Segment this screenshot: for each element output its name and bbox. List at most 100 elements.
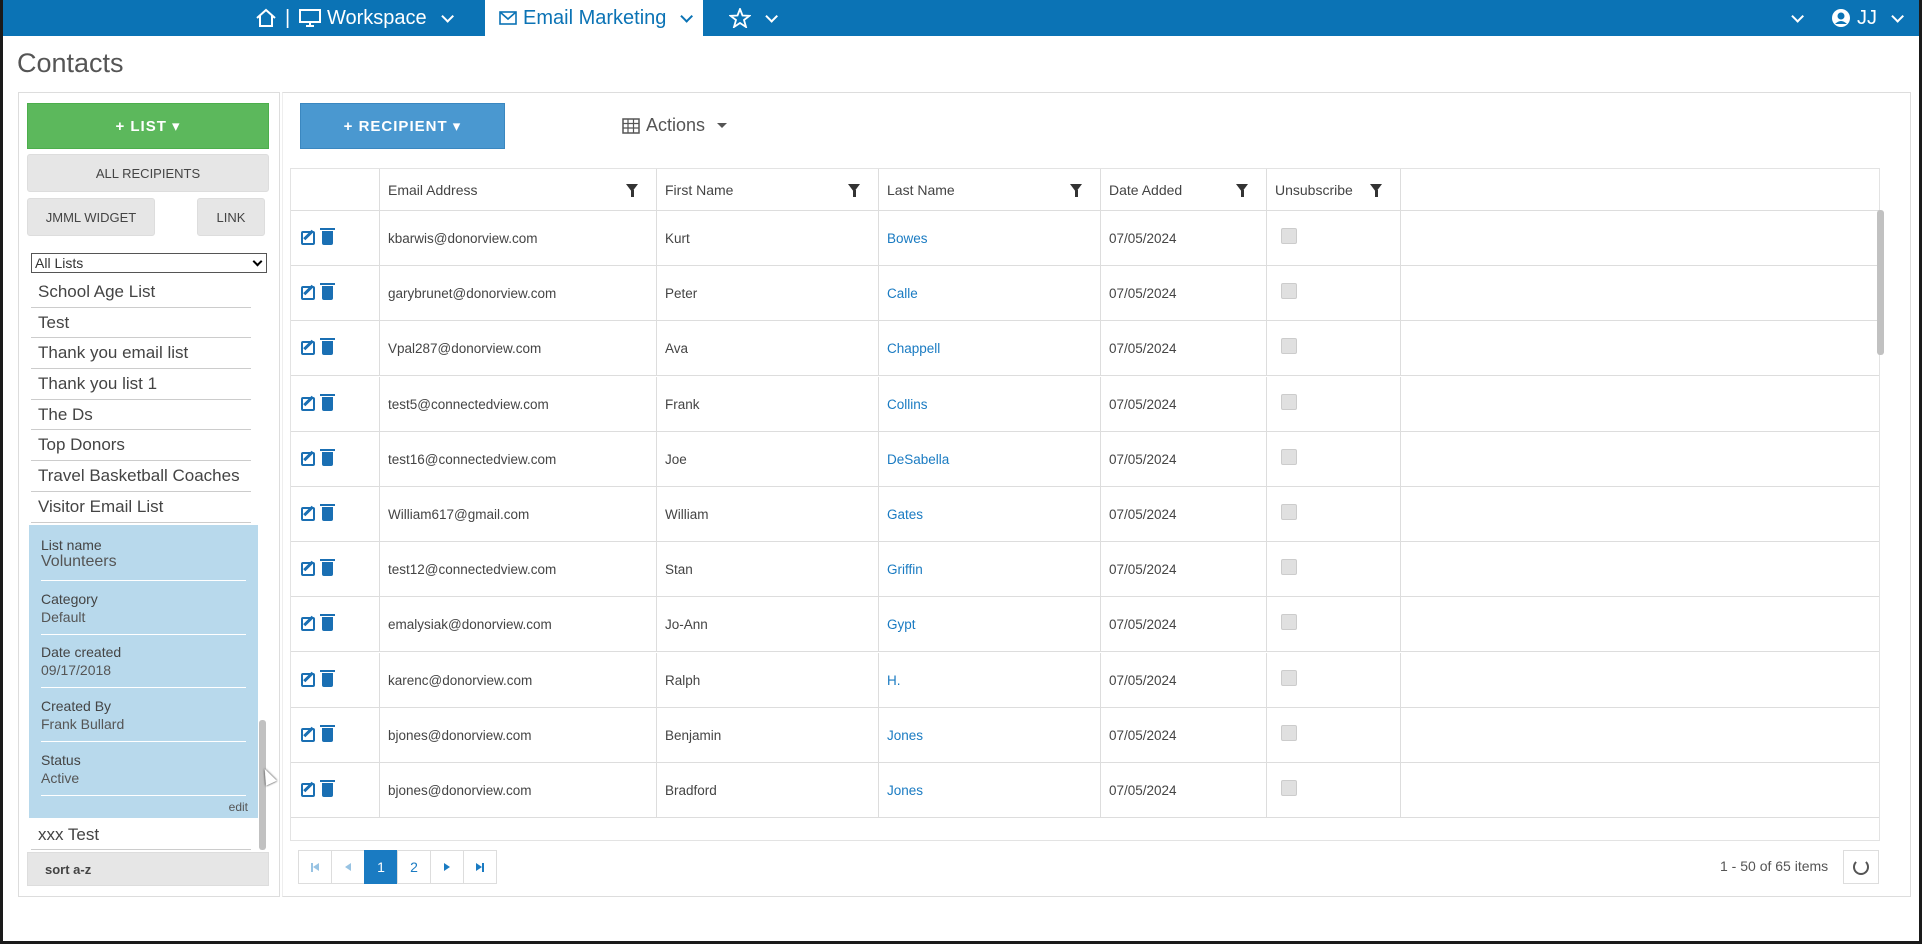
edit-icon[interactable] <box>301 231 315 245</box>
edit-icon[interactable] <box>301 396 315 411</box>
column-header-email[interactable]: Email Address <box>379 169 656 211</box>
add-recipient-button[interactable]: + RECIPIENT ▾ <box>300 103 505 149</box>
trash-icon[interactable] <box>320 614 335 632</box>
cell-first-name: Ava <box>656 321 878 377</box>
unsubscribe-checkbox[interactable] <box>1281 669 1297 686</box>
list-item[interactable]: Test <box>31 308 251 339</box>
page-2-button[interactable]: 2 <box>397 850 431 884</box>
trash-icon[interactable] <box>320 504 335 521</box>
category-value: Default <box>41 609 86 625</box>
nav-more-dropdown[interactable] <box>1783 0 1804 36</box>
link-button[interactable]: LINK <box>197 198 265 236</box>
cell-last-name[interactable]: Griffin <box>878 542 1100 598</box>
list-filter-select[interactable]: All Lists <box>31 253 267 273</box>
column-header-unsubscribe[interactable]: Unsubscribe <box>1266 169 1400 211</box>
unsubscribe-checkbox[interactable] <box>1281 780 1297 796</box>
home-icon[interactable] <box>255 0 277 36</box>
cell-first-name: Benjamin <box>656 707 878 763</box>
trash-icon[interactable] <box>320 393 335 411</box>
cell-date-added: 07/05/2024 <box>1100 542 1266 598</box>
unsubscribe-checkbox[interactable] <box>1281 559 1297 576</box>
list-item[interactable]: Top Donors <box>31 430 251 462</box>
edit-icon[interactable] <box>301 451 315 466</box>
edit-icon[interactable] <box>301 617 315 632</box>
actions-menu[interactable]: Actions <box>622 115 728 136</box>
nav-email-marketing-label: Email Marketing <box>523 6 667 29</box>
refresh-button[interactable] <box>1843 850 1879 884</box>
filter-icon[interactable] <box>1236 184 1248 197</box>
trash-icon[interactable] <box>320 228 335 245</box>
cell-last-name[interactable]: Jones <box>878 707 1100 763</box>
edit-list-link[interactable]: edit <box>229 800 248 814</box>
grid-scrollbar[interactable] <box>1877 210 1884 355</box>
user-menu[interactable]: JJ <box>1831 0 1904 36</box>
page-1-button[interactable]: 1 <box>364 850 398 884</box>
nav-favorites[interactable] <box>729 0 778 36</box>
column-header-last-name[interactable]: Last Name <box>878 169 1100 211</box>
filter-icon[interactable] <box>626 184 638 197</box>
edit-icon[interactable] <box>301 672 315 687</box>
prev-page-button[interactable] <box>331 850 365 884</box>
edit-icon[interactable] <box>301 341 315 356</box>
cell-last-name[interactable]: Jones <box>878 763 1100 818</box>
page-title: Contacts <box>17 48 124 78</box>
trash-icon[interactable] <box>320 780 335 797</box>
filter-icon[interactable] <box>1070 184 1082 197</box>
trash-icon[interactable] <box>320 559 335 577</box>
unsubscribe-checkbox[interactable] <box>1281 393 1297 410</box>
edit-icon[interactable] <box>301 727 315 742</box>
trash-icon[interactable] <box>320 283 335 301</box>
cell-last-name[interactable]: DeSabella <box>878 431 1100 487</box>
filter-icon[interactable] <box>1370 184 1382 197</box>
unsubscribe-checkbox[interactable] <box>1281 614 1297 631</box>
cell-last-name[interactable]: Gates <box>878 487 1100 542</box>
unsubscribe-checkbox[interactable] <box>1281 283 1297 300</box>
trash-icon[interactable] <box>320 724 335 742</box>
selected-list-details[interactable]: List name Volunteers Category Default Da… <box>29 525 258 818</box>
trash-icon[interactable] <box>320 338 335 356</box>
column-header-first-name[interactable]: First Name <box>656 169 878 211</box>
list-item[interactable]: The Ds <box>31 400 251 431</box>
cell-last-name[interactable]: Calle <box>878 266 1100 322</box>
table-row: test12@connectedview.com Stan Griffin 07/05… <box>291 542 1879 598</box>
cell-first-name: Joe <box>656 431 878 487</box>
cell-spacer <box>1400 542 1879 598</box>
unsubscribe-checkbox[interactable] <box>1281 228 1297 244</box>
cell-last-name[interactable]: Bowes <box>878 211 1100 266</box>
cell-date-added: 07/05/2024 <box>1100 597 1266 653</box>
all-recipients-button[interactable]: ALL RECIPIENTS <box>27 154 269 192</box>
list-item[interactable]: Travel Basketball Coaches <box>31 461 251 492</box>
unsubscribe-checkbox[interactable] <box>1281 504 1297 520</box>
nav-email-marketing[interactable]: Email Marketing <box>485 0 704 36</box>
cell-email: test12@connectedview.com <box>379 542 656 598</box>
list-item[interactable]: xxx Test <box>31 820 251 850</box>
date-created-value: 09/17/2018 <box>41 662 112 678</box>
last-page-button[interactable] <box>463 850 497 884</box>
filter-icon[interactable] <box>848 184 860 197</box>
unsubscribe-checkbox[interactable] <box>1281 448 1297 465</box>
edit-icon[interactable] <box>301 507 315 521</box>
table-row: karenc@donorview.com Ralph H. 07/05/2024 <box>291 652 1879 708</box>
trash-icon[interactable] <box>320 669 335 687</box>
unsubscribe-checkbox[interactable] <box>1281 338 1297 355</box>
cell-last-name[interactable]: Chappell <box>878 321 1100 377</box>
edit-icon[interactable] <box>301 286 315 301</box>
jmml-widget-button[interactable]: JMML WIDGET <box>27 198 155 236</box>
trash-icon[interactable] <box>320 448 335 466</box>
list-item[interactable]: School Age List <box>31 277 251 308</box>
unsubscribe-checkbox[interactable] <box>1281 724 1297 741</box>
cell-last-name[interactable]: H. <box>878 652 1100 708</box>
next-page-button[interactable] <box>430 850 464 884</box>
cell-last-name[interactable]: Collins <box>878 376 1100 432</box>
edit-icon[interactable] <box>301 783 315 797</box>
sort-az-button[interactable]: sort a-z <box>27 852 269 886</box>
column-header-date-added[interactable]: Date Added <box>1100 169 1266 211</box>
first-page-button[interactable] <box>298 850 332 884</box>
edit-icon[interactable] <box>301 562 315 577</box>
cell-last-name[interactable]: Gypt <box>878 597 1100 653</box>
nav-workspace[interactable]: Workspace <box>299 0 454 36</box>
list-item[interactable]: Thank you email list <box>31 338 251 370</box>
add-list-button[interactable]: + LIST ▾ <box>27 103 269 149</box>
list-item[interactable]: Visitor Email List <box>31 492 251 523</box>
list-item[interactable]: Thank you list 1 <box>31 369 251 400</box>
